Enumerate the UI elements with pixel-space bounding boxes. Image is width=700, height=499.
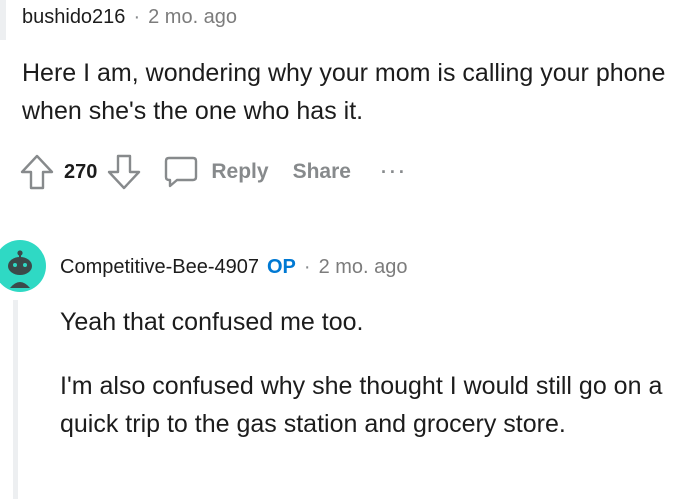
vote-count: 270: [64, 160, 98, 183]
comment-paragraph: I'm also confused why she thought I woul…: [60, 372, 663, 438]
thread-line[interactable]: [13, 300, 18, 499]
downvote-icon[interactable]: [107, 154, 141, 190]
comment-timestamp[interactable]: 2 mo. ago: [148, 6, 237, 28]
meta-separator: ·: [303, 256, 311, 278]
thread-line: [0, 0, 6, 40]
comment-actions: 270 Reply Share ···: [20, 152, 408, 192]
comment-author[interactable]: bushido216: [22, 6, 125, 28]
share-button[interactable]: Share: [293, 160, 351, 184]
upvote-icon[interactable]: [20, 154, 54, 190]
comment-timestamp[interactable]: 2 mo. ago: [319, 256, 408, 278]
op-badge: OP: [267, 256, 296, 278]
comment-body: Here I am, wondering why your mom is cal…: [22, 59, 666, 125]
comment-meta: Competitive-Bee-4907 OP · 2 mo. ago: [60, 255, 408, 279]
comment-author[interactable]: Competitive-Bee-4907: [60, 256, 259, 278]
reply-button[interactable]: Reply: [163, 155, 269, 189]
comment-paragraph: Yeah that confused me too.: [60, 308, 364, 336]
reply-label: Reply: [211, 160, 269, 183]
comment-bubble-icon: [163, 155, 199, 189]
avatar[interactable]: [0, 238, 46, 294]
more-options-icon[interactable]: ···: [381, 162, 408, 183]
comment-meta: bushido216 · 2 mo. ago: [22, 5, 237, 29]
meta-separator: ·: [133, 6, 141, 28]
